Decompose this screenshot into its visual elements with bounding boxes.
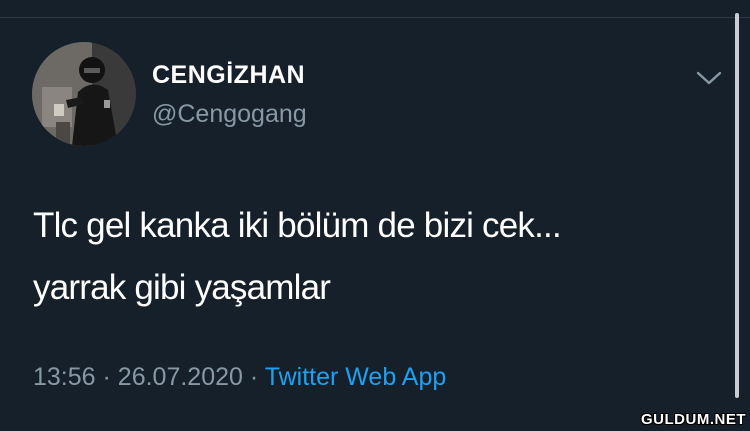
tweet-text-line: Tlc gel kanka iki bölüm de bizi cek... [33,206,562,245]
author-handle[interactable]: @Cengogang [152,100,307,129]
avatar[interactable] [32,42,136,146]
tweet-meta: 13:56 · 26.07.2020 · Twitter Web App [33,363,446,392]
scrollbar[interactable] [735,13,739,398]
watermark: GULDUM.NET [641,411,746,428]
meta-separator: · [249,363,259,391]
tweet-text-line: yarrak gibi yaşamlar [33,268,331,307]
meta-separator: · [102,363,111,391]
tweet-date[interactable]: 26.07.2020 [118,363,243,391]
chevron-down-icon[interactable] [694,68,724,88]
tweet-time[interactable]: 13:56 [33,363,96,391]
tweet-text: Tlc gel kanka iki bölüm de bizi cek... y… [33,195,713,319]
author-display-name[interactable]: CENGİZHAN [152,61,305,90]
tweet-card[interactable]: CENGİZHAN @Cengogang Tlc gel kanka iki b… [0,18,750,431]
avatar-image [32,42,136,146]
tweet-source-link[interactable]: Twitter Web App [265,363,447,391]
